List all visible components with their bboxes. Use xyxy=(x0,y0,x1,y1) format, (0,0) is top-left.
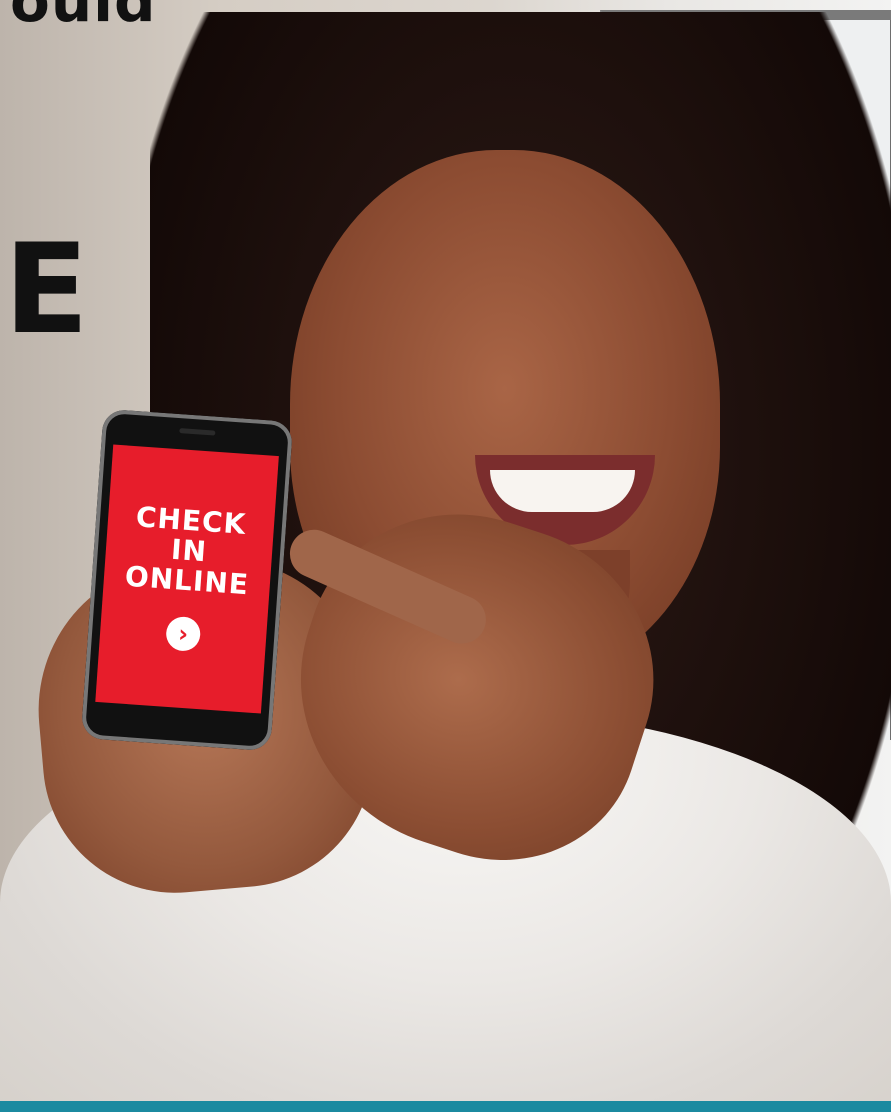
phone-screen[interactable]: CHECK IN ONLINE › xyxy=(95,444,279,714)
phone-speaker xyxy=(179,428,216,436)
chevron-right-circle-icon[interactable]: › xyxy=(165,615,202,653)
online-text: ONLINE xyxy=(123,559,250,602)
photo-scene: ould E CHECK IN ONLINE › xyxy=(0,0,891,1112)
smartphone: CHECK IN ONLINE › xyxy=(80,408,294,752)
large-letter-heading: E xyxy=(4,218,89,362)
partial-heading-text: ould xyxy=(10,0,157,35)
in-text: IN xyxy=(170,532,209,569)
bottom-accent-bar xyxy=(0,1101,891,1112)
teeth xyxy=(490,470,635,512)
